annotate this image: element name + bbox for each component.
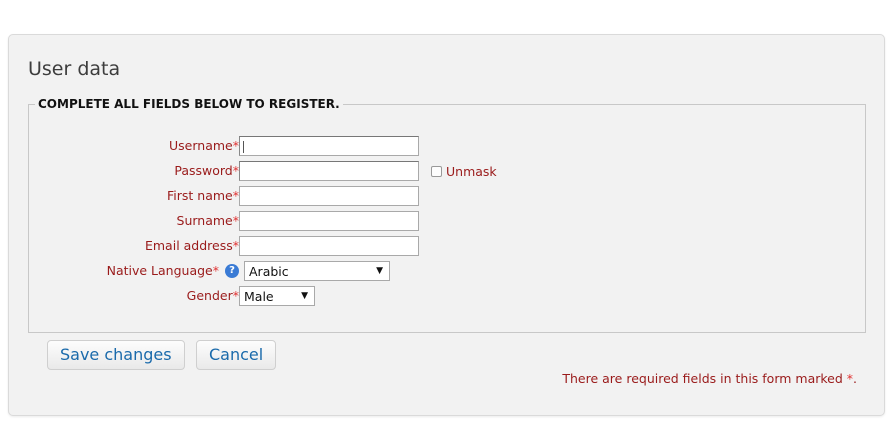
unmask-toggle[interactable]: Unmask xyxy=(431,164,497,179)
password-input[interactable] xyxy=(239,161,419,181)
native-language-select[interactable]: Arabic ▼ xyxy=(244,261,390,281)
cancel-button[interactable]: Cancel xyxy=(196,340,277,370)
surname-label: Surname* xyxy=(176,213,239,228)
first-name-input[interactable] xyxy=(239,186,419,206)
email-row: Email address* xyxy=(29,236,419,256)
gender-select[interactable]: Male ▼ xyxy=(239,286,315,306)
first-name-label: First name* xyxy=(167,188,239,203)
email-label: Email address* xyxy=(144,238,239,253)
gender-value: Male xyxy=(244,288,274,304)
password-row: Password* Unmask xyxy=(29,161,497,181)
save-changes-button[interactable]: Save changes xyxy=(47,340,185,370)
native-language-row: Native Language* ? Arabic ▼ xyxy=(29,261,390,281)
surname-input[interactable] xyxy=(239,211,419,231)
native-language-value: Arabic xyxy=(249,263,289,279)
native-language-label: Native Language* xyxy=(106,263,219,278)
gender-row: Gender* Male ▼ xyxy=(29,286,315,306)
username-input[interactable] xyxy=(239,136,419,156)
password-label: Password* xyxy=(174,163,239,178)
email-input[interactable] xyxy=(239,236,419,256)
required-fields-note: There are required fields in this form m… xyxy=(562,371,857,386)
unmask-label: Unmask xyxy=(446,163,497,179)
chevron-down-icon: ▼ xyxy=(376,266,383,276)
first-name-row: First name* xyxy=(29,186,419,206)
text-cursor xyxy=(243,140,244,153)
surname-row: Surname* xyxy=(29,211,419,231)
user-data-panel: User data COMPLETE ALL FIELDS BELOW TO R… xyxy=(8,34,885,416)
help-question-icon[interactable]: ? xyxy=(225,264,239,278)
panel-title: User data xyxy=(28,58,121,80)
checkbox-icon[interactable] xyxy=(431,165,442,177)
gender-label: Gender* xyxy=(186,288,239,303)
chevron-down-icon: ▼ xyxy=(301,291,308,301)
username-label: Username* xyxy=(169,138,239,153)
username-row: Username* xyxy=(29,136,419,156)
fieldset-legend: COMPLETE ALL FIELDS BELOW TO REGISTER. xyxy=(38,97,340,111)
registration-fieldset: COMPLETE ALL FIELDS BELOW TO REGISTER. U… xyxy=(28,97,866,333)
